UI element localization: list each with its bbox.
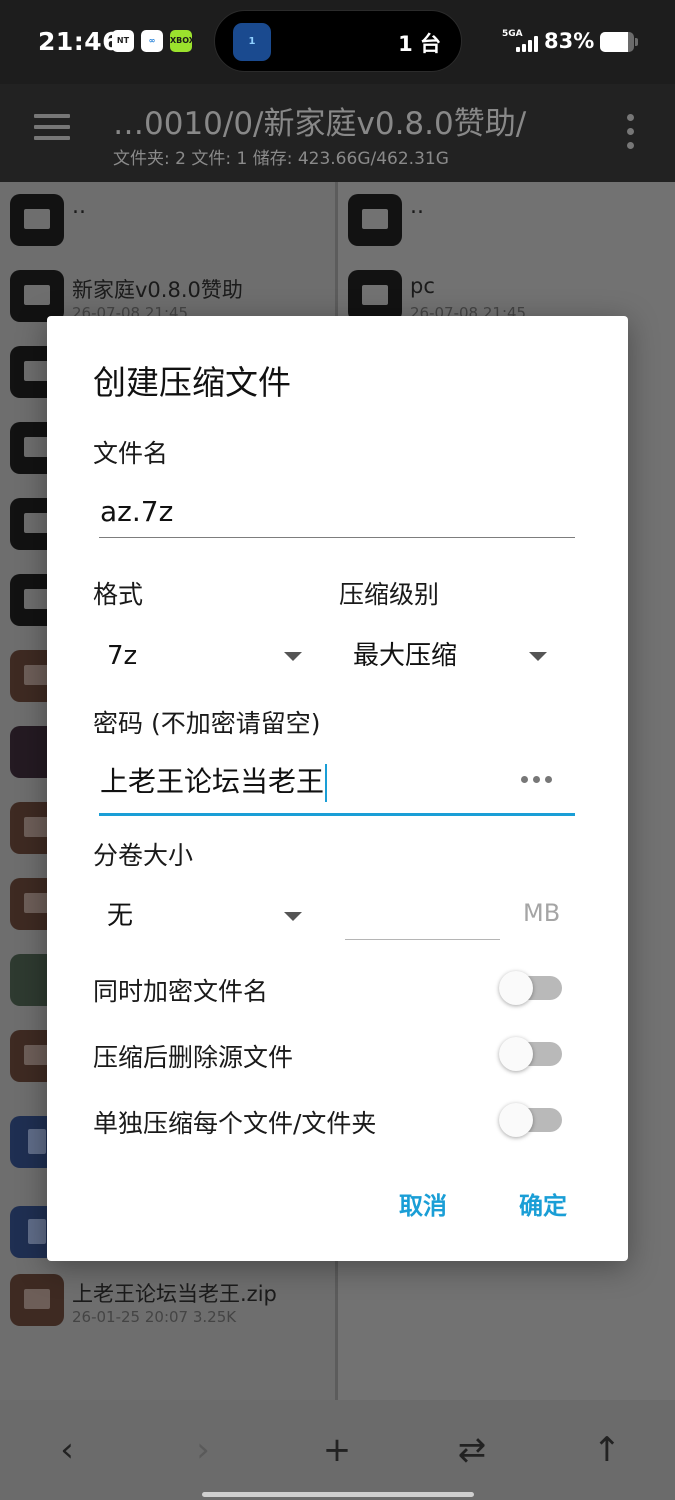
file-row-parent[interactable]: .. (338, 182, 675, 258)
cloud-app-icon: ∞ (141, 30, 163, 52)
current-path[interactable]: …0010/0/新家庭v0.8.0赞助/ (113, 98, 526, 143)
forward-icon[interactable]: › (183, 1430, 223, 1470)
file-row-parent[interactable]: .. (0, 182, 335, 258)
file-name: pc (410, 274, 435, 298)
file-name: .. (410, 194, 424, 219)
status-time: 21:46 (38, 27, 121, 56)
text-caret (325, 764, 328, 802)
volume-size-select[interactable]: 无 (107, 894, 307, 938)
dialog-title: 创建压缩文件 (93, 363, 291, 402)
ok-button[interactable]: 确定 (519, 1186, 567, 1221)
battery-fill (600, 32, 629, 52)
file-row[interactable]: 上老王论坛当老王.zip 26-01-25 20:07 3.25K (0, 1262, 335, 1338)
broadcast-icon: 1 (233, 23, 271, 61)
volume-unit: MB (523, 899, 561, 927)
create-archive-dialog: 创建压缩文件 文件名 az.7z 格式 压缩级别 7z 最大压缩 密码 (不加密… (47, 316, 628, 1261)
filename-label: 文件名 (93, 439, 169, 468)
file-name: 上老王论坛当老王.zip (72, 1282, 277, 1306)
island-text: 1 台 (398, 32, 441, 56)
folder-icon (10, 270, 64, 322)
format-select[interactable]: 7z (107, 634, 307, 678)
password-label: 密码 (不加密请留空) (93, 709, 321, 738)
cancel-button[interactable]: 取消 (399, 1186, 447, 1221)
format-value: 7z (107, 641, 138, 671)
status-bar: 21:46 NT ∞ XBOX 1 1 台 5GA 83% (0, 0, 675, 84)
volume-size-value: 无 (107, 901, 134, 931)
delete-source-toggle[interactable] (499, 1034, 563, 1074)
app-bar: …0010/0/新家庭v0.8.0赞助/ 文件夹: 2 文件: 1 储存: 42… (0, 84, 675, 182)
storage-summary: 文件夹: 2 文件: 1 储存: 423.66G/462.31G (113, 149, 449, 169)
toggle-thumb (499, 1037, 533, 1071)
password-visibility-icon[interactable] (521, 776, 553, 784)
file-meta: 26-01-25 20:07 3.25K (72, 1308, 237, 1326)
signal-icon (512, 36, 538, 52)
dynamic-island[interactable]: 1 1 台 (214, 10, 462, 72)
swap-panes-icon[interactable]: ⇄ (452, 1430, 492, 1470)
news-app-icon: NT (112, 30, 134, 52)
folder-icon (10, 194, 64, 246)
bottom-toolbar: ‹ › + ⇄ ↑ (0, 1400, 675, 1500)
more-vert-icon[interactable] (624, 114, 636, 150)
delete-source-label: 压缩后删除源文件 (93, 1043, 294, 1072)
back-icon[interactable]: ‹ (47, 1430, 87, 1470)
dropdown-arrow-icon (529, 652, 547, 661)
compression-level-label: 压缩级别 (339, 580, 440, 609)
xbox-app-icon: XBOX (170, 30, 195, 52)
filename-input[interactable]: az.7z (99, 490, 575, 538)
file-name: 新家庭v0.8.0赞助 (72, 278, 243, 302)
password-value: 上老王论坛当老王 (100, 765, 325, 798)
compression-level-value: 最大压缩 (353, 641, 458, 671)
format-label: 格式 (93, 580, 144, 609)
up-directory-icon[interactable]: ↑ (587, 1430, 627, 1470)
volume-size-label: 分卷大小 (93, 841, 194, 870)
battery-icon (600, 32, 634, 52)
compress-individually-toggle[interactable] (499, 1100, 563, 1140)
encrypt-filenames-label: 同时加密文件名 (93, 977, 269, 1006)
dropdown-arrow-icon (284, 912, 302, 921)
volume-size-input[interactable] (345, 894, 500, 940)
filename-value: az.7z (100, 495, 174, 528)
battery-tip (635, 38, 638, 46)
compression-level-select[interactable]: 最大压缩 (353, 634, 553, 678)
folder-icon (348, 270, 402, 322)
add-icon[interactable]: + (317, 1430, 357, 1470)
password-input[interactable]: 上老王论坛当老王 (99, 760, 575, 816)
dropdown-arrow-icon (284, 652, 302, 661)
file-name: .. (72, 194, 86, 219)
encrypt-filenames-toggle[interactable] (499, 968, 563, 1008)
menu-icon[interactable] (34, 112, 72, 142)
compress-individually-label: 单独压缩每个文件/文件夹 (93, 1109, 377, 1138)
toggle-thumb (499, 971, 533, 1005)
archive-icon (10, 1274, 64, 1326)
toggle-thumb (499, 1103, 533, 1137)
folder-icon (348, 194, 402, 246)
home-indicator[interactable] (202, 1492, 474, 1497)
battery-percent: 83% (544, 29, 595, 53)
